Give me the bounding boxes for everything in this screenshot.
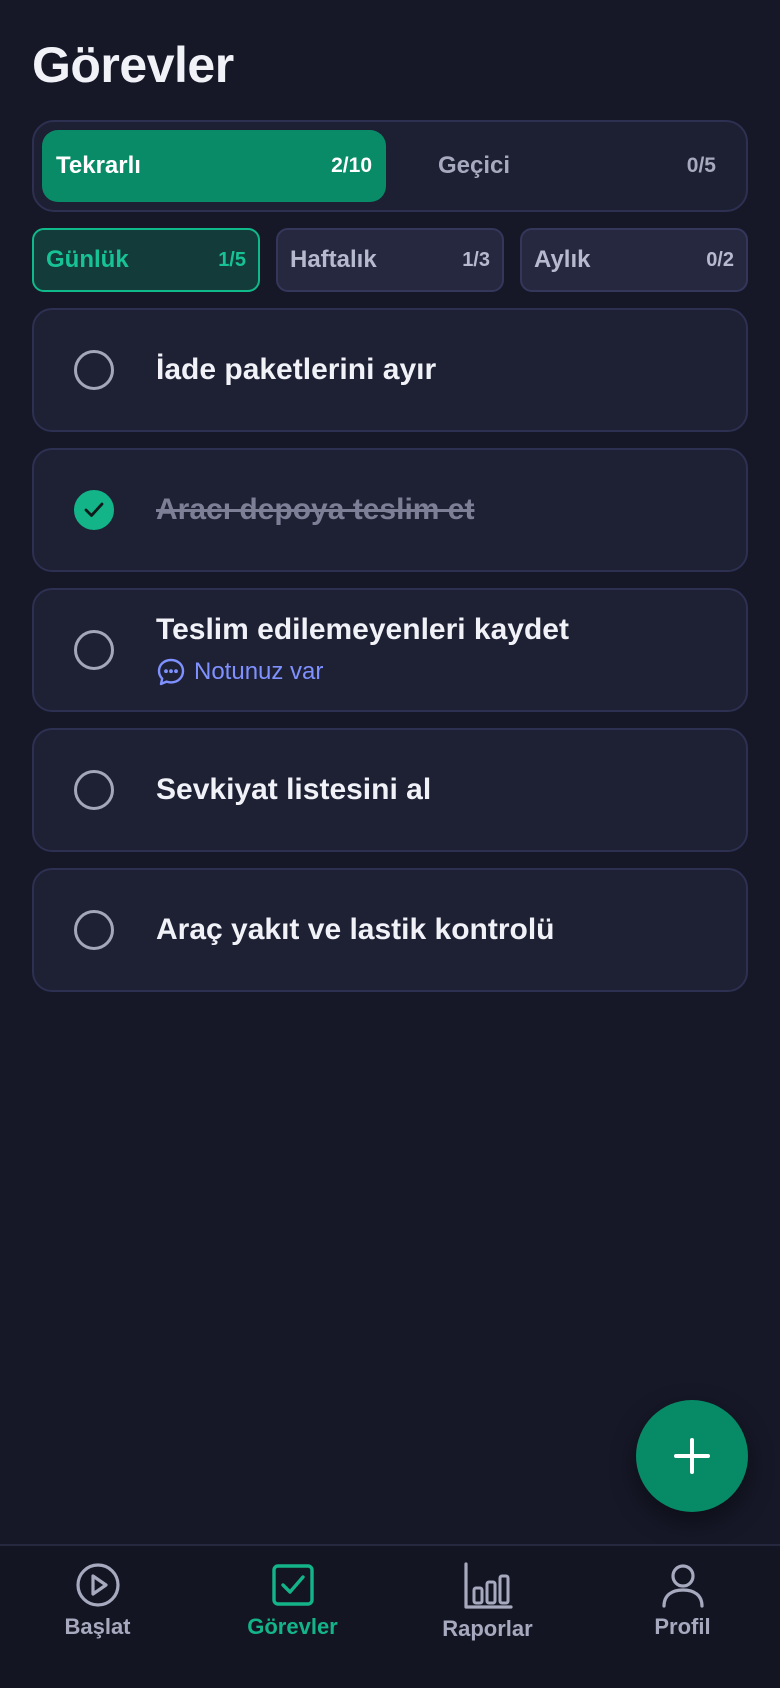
period-filters: Günlük 1/5 Haftalık 1/3 Aylık 0/2 [32, 228, 748, 292]
task-text: Sevkiyat listesini al [156, 730, 431, 850]
segment-recurring[interactable]: Tekrarlı 2/10 [42, 130, 386, 202]
task-title: Teslim edilemeyenleri kaydet [156, 613, 569, 646]
filter-count: 1/5 [218, 248, 246, 271]
task-text: İade paketlerini ayır [156, 310, 436, 430]
task-title: İade paketlerini ayır [156, 353, 437, 386]
nav-tasks[interactable]: Görevler [195, 1562, 390, 1662]
task-type-segment: Tekrarlı 2/10 Geçici 0/5 [32, 120, 748, 212]
task-checkbox-checked[interactable] [74, 490, 114, 530]
bottom-nav: Başlat Görevler Raporlar Profil [0, 1544, 780, 1688]
segment-recurring-count: 2/10 [331, 154, 372, 177]
add-task-button[interactable] [636, 1400, 748, 1512]
task-card[interactable]: Araç yakıt ve lastik kontrolü [32, 868, 748, 992]
task-text: Araç yakıt ve lastik kontrolü [156, 870, 555, 990]
segment-recurring-label: Tekrarlı [56, 152, 141, 179]
task-note[interactable]: Notunuz var [156, 657, 569, 687]
task-text: Aracı depoya teslim et [156, 450, 474, 570]
play-circle-icon [75, 1563, 120, 1607]
task-card[interactable]: Teslim edilemeyenleri kaydet Notunuz var [32, 588, 748, 712]
filter-daily[interactable]: Günlük 1/5 [32, 228, 260, 292]
task-title: Araç yakıt ve lastik kontrolü [156, 913, 555, 946]
nav-profile[interactable]: Profil [585, 1562, 780, 1662]
page-title: Görevler [32, 37, 234, 93]
plus-icon [674, 1438, 710, 1474]
nav-label: Başlat [64, 1614, 131, 1639]
filter-count: 1/3 [462, 248, 490, 271]
nav-label: Profil [654, 1614, 711, 1639]
task-title: Aracı depoya teslim et [156, 493, 475, 526]
checkbox-icon [271, 1564, 314, 1606]
segment-temporary-label: Geçici [438, 152, 511, 179]
task-checkbox[interactable] [74, 630, 114, 670]
segment-temporary-count: 0/5 [686, 154, 716, 177]
filter-monthly[interactable]: Aylık 0/2 [520, 228, 748, 292]
nav-reports[interactable]: Raporlar [390, 1562, 585, 1662]
task-text: Teslim edilemeyenleri kaydet Notunuz var [156, 590, 569, 710]
task-card[interactable]: Sevkiyat listesini al [32, 728, 748, 852]
task-checkbox[interactable] [74, 910, 114, 950]
tasks-screen: Görevler Tekrarlı 2/10 Geçici 0/5 Günlük… [0, 0, 780, 1688]
task-card[interactable]: Aracı depoya teslim et [32, 448, 748, 572]
task-note-label: Notunuz var [194, 658, 324, 685]
filter-label: Aylık [534, 246, 591, 273]
task-title: Sevkiyat listesini al [156, 773, 432, 806]
filter-count: 0/2 [706, 248, 734, 271]
segment-temporary[interactable]: Geçici 0/5 [394, 130, 738, 202]
bar-chart-icon [463, 1562, 513, 1609]
task-checkbox[interactable] [74, 350, 114, 390]
filter-label: Haftalık [290, 246, 377, 273]
task-checkbox[interactable] [74, 770, 114, 810]
chat-bubble-icon [157, 658, 185, 686]
checkmark-icon [84, 502, 104, 517]
nav-label: Raporlar [442, 1616, 533, 1641]
user-icon [661, 1564, 704, 1608]
filter-label: Günlük [46, 246, 129, 273]
filter-weekly[interactable]: Haftalık 1/3 [276, 228, 504, 292]
nav-start[interactable]: Başlat [0, 1562, 195, 1662]
nav-label: Görevler [247, 1614, 338, 1639]
task-card[interactable]: İade paketlerini ayır [32, 308, 748, 432]
